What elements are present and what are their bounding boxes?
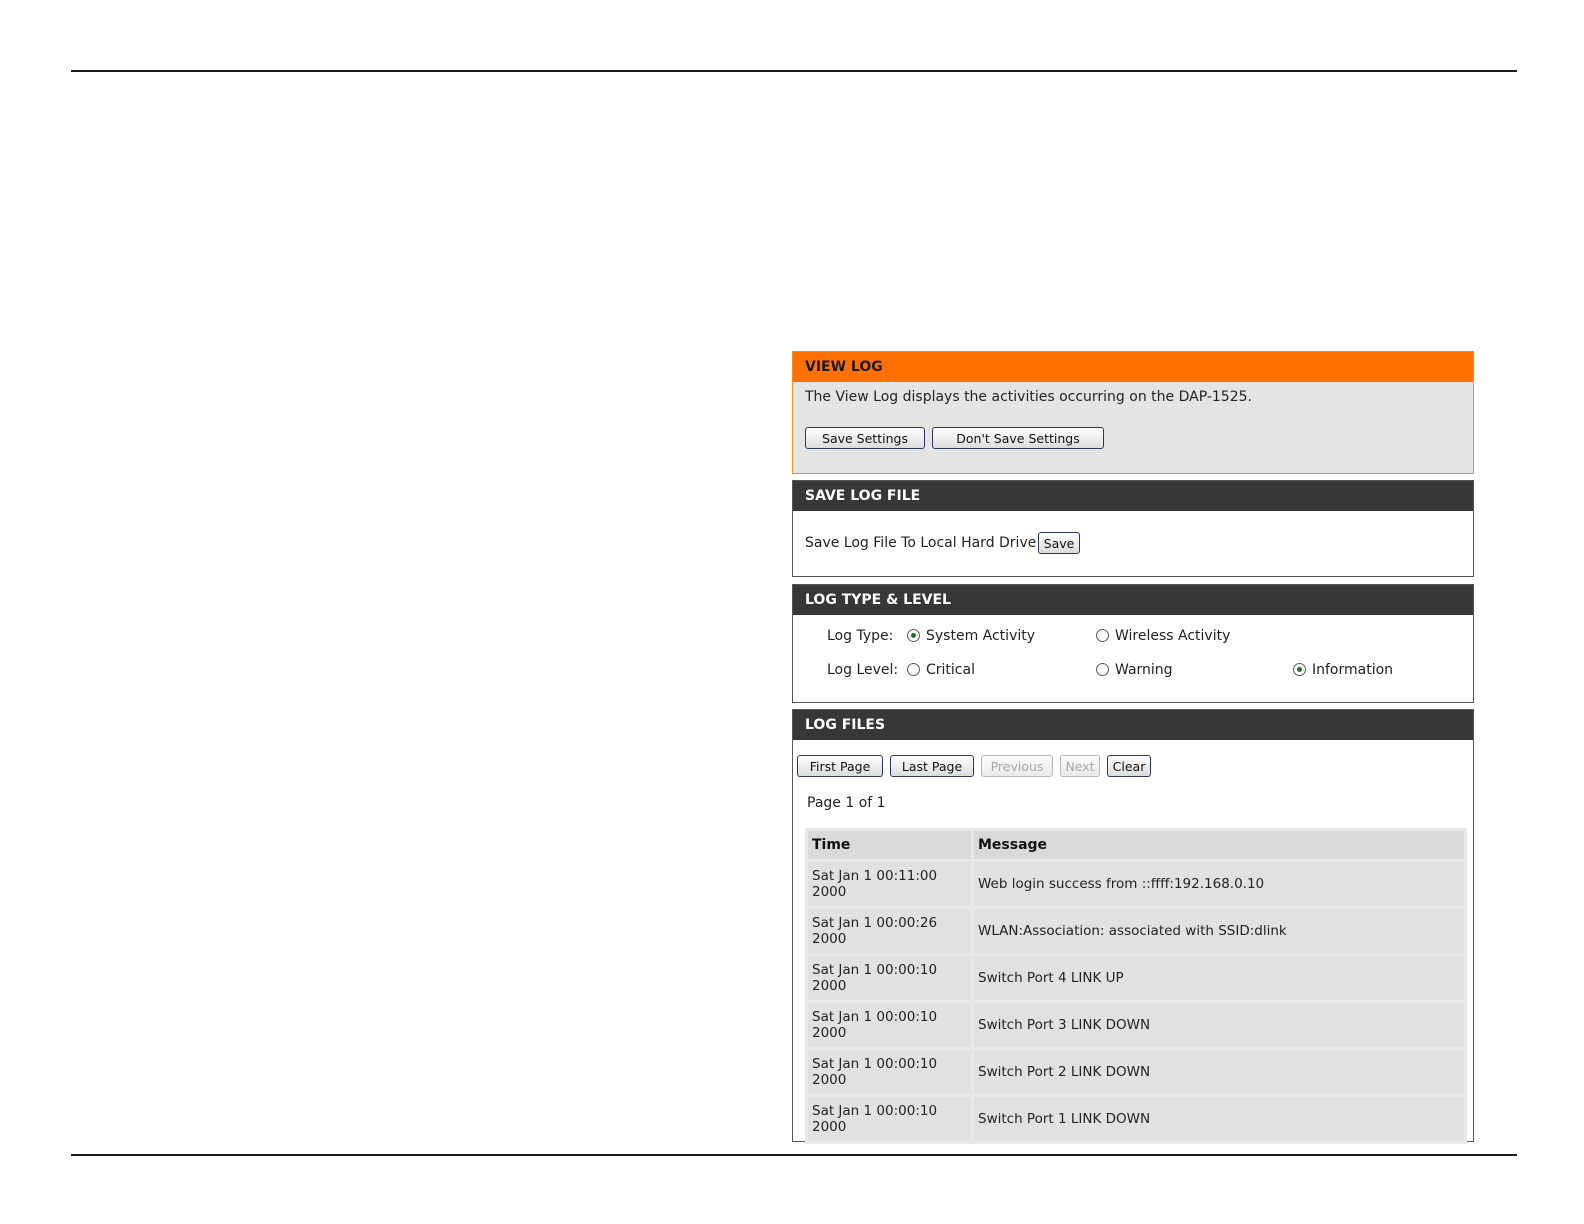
previous-button[interactable]: Previous — [981, 755, 1053, 777]
log-files-title: LOG FILES — [793, 710, 1473, 740]
view-log-panel: VIEW LOG The View Log displays the activ… — [792, 351, 1474, 474]
dont-save-settings-button[interactable]: Don't Save Settings — [932, 427, 1104, 449]
table-row: Sat Jan 1 00:00:10 2000 Switch Port 4 LIN… — [808, 956, 1464, 1000]
save-log-file-panel: SAVE LOG FILE Save Log File To Local Har… — [792, 480, 1474, 577]
message-cell: Switch Port 1 LINK DOWN — [974, 1097, 1464, 1141]
page-info: Page 1 of 1 — [807, 795, 886, 811]
log-level-label: Log Level: — [827, 662, 899, 678]
table-row: Sat Jan 1 00:00:10 2000 Switch Port 2 LIN… — [808, 1050, 1464, 1094]
table-header-row: Time Message — [808, 831, 1464, 859]
view-log-description: The View Log displays the activities occ… — [805, 389, 1252, 405]
save-log-button[interactable]: Save — [1038, 532, 1080, 554]
system-activity-label: System Activity — [926, 628, 1036, 644]
time-cell: Sat Jan 1 00:00:10 2000 — [808, 1097, 971, 1141]
time-cell: Sat Jan 1 00:00:10 2000 — [808, 1003, 971, 1047]
log-files-panel: LOG FILES First Page Last Page Previous … — [792, 709, 1474, 1144]
table-row: Sat Jan 1 00:11:00 2000 Web login success… — [808, 862, 1464, 906]
information-label: Information — [1312, 662, 1394, 678]
radio-critical[interactable] — [907, 663, 920, 676]
column-message: Message — [974, 831, 1464, 859]
message-cell: Web login success from ::ffff:192.168.0.… — [974, 862, 1464, 906]
critical-label: Critical — [926, 662, 975, 678]
warning-label: Warning — [1115, 662, 1173, 678]
next-button[interactable]: Next — [1060, 755, 1100, 777]
table-row: Sat Jan 1 00:00:10 2000 Switch Port 1 LIN… — [808, 1097, 1464, 1141]
message-cell: Switch Port 2 LINK DOWN — [974, 1050, 1464, 1094]
message-cell: Switch Port 3 LINK DOWN — [974, 1003, 1464, 1047]
wireless-activity-label: Wireless Activity — [1115, 628, 1231, 644]
view-log-title: VIEW LOG — [793, 352, 1473, 382]
top-rule — [71, 70, 1517, 72]
message-cell: WLAN:Association: associated with SSID:d… — [974, 909, 1464, 953]
radio-wireless-activity[interactable] — [1096, 629, 1109, 642]
radio-information[interactable] — [1293, 663, 1306, 676]
save-settings-button[interactable]: Save Settings — [805, 427, 925, 449]
time-cell: Sat Jan 1 00:11:00 2000 — [808, 862, 971, 906]
save-log-file-title: SAVE LOG FILE — [793, 481, 1473, 511]
radio-system-activity[interactable] — [907, 629, 920, 642]
log-type-level-panel: LOG TYPE & LEVEL Log Type: System Activi… — [792, 584, 1474, 703]
log-type-label: Log Type: — [827, 628, 894, 644]
radio-warning[interactable] — [1096, 663, 1109, 676]
log-table: Time Message Sat Jan 1 00:11:00 2000 Web … — [805, 828, 1467, 1144]
time-cell: Sat Jan 1 00:00:26 2000 — [808, 909, 971, 953]
bottom-rule — [71, 1154, 1517, 1156]
time-cell: Sat Jan 1 00:00:10 2000 — [808, 956, 971, 1000]
first-page-button[interactable]: First Page — [797, 755, 883, 777]
message-cell: Switch Port 4 LINK UP — [974, 956, 1464, 1000]
log-type-level-title: LOG TYPE & LEVEL — [793, 585, 1473, 615]
table-row: Sat Jan 1 00:00:26 2000 WLAN:Association:… — [808, 909, 1464, 953]
table-row: Sat Jan 1 00:00:10 2000 Switch Port 3 LIN… — [808, 1003, 1464, 1047]
last-page-button[interactable]: Last Page — [890, 755, 974, 777]
clear-button[interactable]: Clear — [1107, 755, 1151, 777]
column-time: Time — [808, 831, 971, 859]
time-cell: Sat Jan 1 00:00:10 2000 — [808, 1050, 971, 1094]
save-log-file-text: Save Log File To Local Hard Drive. — [805, 535, 1041, 551]
